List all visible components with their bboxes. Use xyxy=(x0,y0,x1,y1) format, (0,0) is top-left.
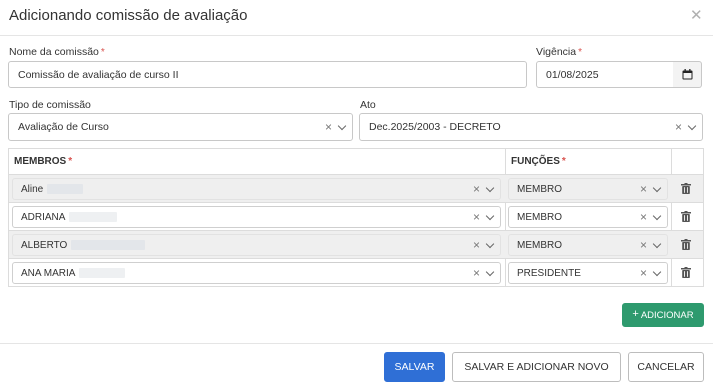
table-row: ADRIANA × MEMBRO × xyxy=(9,202,703,230)
trash-icon[interactable] xyxy=(681,211,691,222)
table-row: Aline × MEMBRO × xyxy=(9,174,703,202)
required-mark: * xyxy=(100,47,105,58)
tipo-value: Avaliação de Curso xyxy=(18,121,109,133)
salvar-adicionar-novo-button[interactable]: SALVAR E ADICIONAR NOVO xyxy=(452,352,621,382)
clear-icon[interactable]: × xyxy=(473,267,480,279)
chevron-down-icon[interactable] xyxy=(337,121,347,130)
ato-label: Ato xyxy=(360,99,376,111)
redacted-text xyxy=(69,212,118,222)
vigencia-input[interactable]: 01/08/2025 xyxy=(536,61,674,88)
tipo-label: Tipo de comissão xyxy=(9,99,91,111)
chevron-down-icon[interactable] xyxy=(485,183,495,192)
membro-name: ADRIANA xyxy=(21,211,66,223)
funcao-value: MEMBRO xyxy=(517,183,562,195)
membro-name: ALBERTO xyxy=(21,239,68,251)
clear-icon[interactable]: × xyxy=(640,183,647,195)
header-divider xyxy=(0,35,713,36)
nome-value: Comissão de avaliação de curso II xyxy=(18,68,179,81)
redacted-text xyxy=(79,268,126,278)
membro-select[interactable]: ADRIANA × xyxy=(12,206,501,228)
salvar-button[interactable]: SALVAR xyxy=(384,352,445,382)
members-table: MEMBROS * FUNÇÕES * Aline × MEMBRO × ADRIA… xyxy=(8,148,704,287)
redacted-text xyxy=(71,240,146,250)
membro-name: Aline xyxy=(21,183,44,195)
trash-icon[interactable] xyxy=(681,183,691,194)
trash-icon[interactable] xyxy=(681,267,691,278)
chevron-down-icon[interactable] xyxy=(652,183,662,192)
clear-icon[interactable]: × xyxy=(640,211,647,223)
ato-select[interactable]: Dec.2025/2003 - DECRETO × xyxy=(359,113,703,141)
required-mark: * xyxy=(578,47,582,58)
tipo-select[interactable]: Avaliação de Curso × xyxy=(8,113,353,141)
chevron-down-icon[interactable] xyxy=(652,267,662,276)
membro-select[interactable]: ALBERTO × xyxy=(12,234,501,256)
required-mark: * xyxy=(561,156,566,167)
funcao-value: MEMBRO xyxy=(517,211,562,223)
funcao-select[interactable]: MEMBRO × xyxy=(508,178,668,200)
col-header-funcoes: FUNÇÕES * xyxy=(511,156,566,167)
dialog-title: Adicionando comissão de avaliação xyxy=(9,7,248,24)
chevron-down-icon[interactable] xyxy=(485,211,495,220)
nome-input[interactable]: Comissão de avaliação de curso II xyxy=(8,61,527,88)
vigencia-value: 01/08/2025 xyxy=(546,68,599,81)
clear-icon[interactable]: × xyxy=(325,121,332,133)
calendar-icon xyxy=(682,69,692,80)
clear-icon[interactable]: × xyxy=(640,267,647,279)
adicionar-button[interactable]: + ADICIONAR xyxy=(622,303,704,327)
trash-icon[interactable] xyxy=(681,239,691,250)
membro-name: ANA MARIA xyxy=(21,267,76,279)
membro-select[interactable]: ANA MARIA × xyxy=(12,262,501,284)
vigencia-label: Vigência * xyxy=(536,46,582,58)
funcao-value: MEMBRO xyxy=(517,239,562,251)
chevron-down-icon[interactable] xyxy=(687,121,697,130)
clear-icon[interactable]: × xyxy=(473,211,480,223)
chevron-down-icon[interactable] xyxy=(652,239,662,248)
table-row: ALBERTO × MEMBRO × xyxy=(9,230,703,258)
clear-icon[interactable]: × xyxy=(473,239,480,251)
chevron-down-icon[interactable] xyxy=(485,267,495,276)
funcao-value: PRESIDENTE xyxy=(517,267,581,279)
clear-icon[interactable]: × xyxy=(675,121,682,133)
chevron-down-icon[interactable] xyxy=(652,211,662,220)
funcao-select[interactable]: MEMBRO × xyxy=(508,206,668,228)
nome-label: Nome da comissão * xyxy=(9,46,105,58)
calendar-button[interactable] xyxy=(673,61,702,88)
cancelar-button[interactable]: CANCELAR xyxy=(628,352,704,382)
required-mark: * xyxy=(68,156,73,167)
plus-icon: + xyxy=(632,308,639,320)
close-icon[interactable]: ✕ xyxy=(690,8,703,24)
col-header-membros: MEMBROS * xyxy=(14,156,73,167)
ato-value: Dec.2025/2003 - DECRETO xyxy=(369,121,501,133)
clear-icon[interactable]: × xyxy=(640,239,647,251)
clear-icon[interactable]: × xyxy=(473,183,480,195)
funcao-select[interactable]: MEMBRO × xyxy=(508,234,668,256)
funcao-select[interactable]: PRESIDENTE × xyxy=(508,262,668,284)
redacted-text xyxy=(47,184,84,194)
membro-select[interactable]: Aline × xyxy=(12,178,501,200)
chevron-down-icon[interactable] xyxy=(485,239,495,248)
table-row: ANA MARIA × PRESIDENTE × xyxy=(9,258,703,286)
footer-divider xyxy=(0,343,713,344)
